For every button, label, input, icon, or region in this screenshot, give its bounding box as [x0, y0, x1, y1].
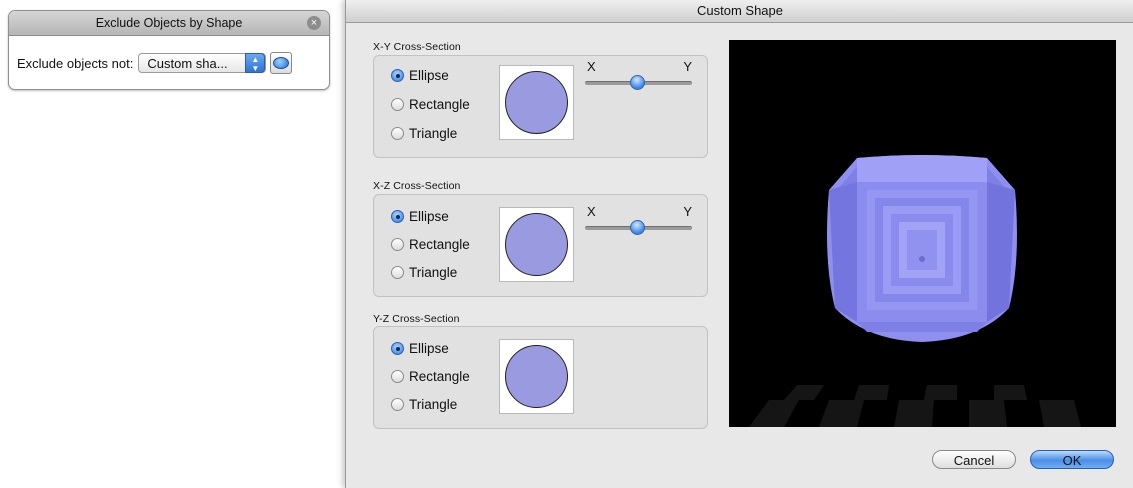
xz-rectangle-option[interactable]: Rectangle — [391, 237, 470, 252]
slider-x-label: X — [587, 204, 596, 219]
radio-icon[interactable] — [391, 238, 404, 251]
slider-y-label: Y — [683, 59, 692, 74]
radio-icon[interactable] — [391, 266, 404, 279]
xy-aspect-slider[interactable] — [585, 75, 692, 90]
yz-triangle-option[interactable]: Triangle — [391, 397, 457, 412]
floor-grid — [749, 385, 1081, 427]
xz-shape-preview — [499, 207, 574, 282]
yz-shape-preview — [499, 339, 574, 414]
panel-title-bar: Exclude Objects by Shape × — [9, 11, 329, 36]
exclude-label: Exclude objects not: — [17, 55, 134, 71]
radio-icon[interactable] — [391, 127, 404, 140]
xz-ellipse-option[interactable]: Ellipse — [391, 209, 449, 224]
slider-x-label: X — [587, 59, 596, 74]
xz-section: Ellipse Rectangle Triangle X Y — [373, 194, 708, 297]
ellipse-shape-icon — [273, 57, 290, 69]
slider-y-label: Y — [683, 204, 692, 219]
custom-shape-window: Custom Shape X-Y Cross-Section Ellipse R… — [345, 0, 1133, 488]
slider-knob[interactable] — [630, 220, 645, 235]
rounded-box-shape — [827, 155, 1017, 342]
xy-section-label: X-Y Cross-Section — [373, 41, 461, 53]
option-label: Rectangle — [409, 369, 470, 384]
exclude-objects-panel: Exclude Objects by Shape × Exclude objec… — [8, 10, 330, 90]
slider-knob[interactable] — [630, 75, 645, 90]
yz-section: Ellipse Rectangle Triangle — [373, 326, 708, 429]
radio-selected-icon[interactable] — [391, 210, 404, 223]
option-label: Triangle — [409, 397, 458, 412]
shape-popup-value: Custom sha... — [147, 56, 228, 71]
shape-popup[interactable]: Custom sha... ▲ ▼ — [138, 53, 267, 73]
xz-aspect-slider[interactable] — [585, 220, 692, 235]
ellipse-preview — [505, 213, 568, 276]
option-label: Rectangle — [409, 97, 470, 112]
xy-rectangle-option[interactable]: Rectangle — [391, 97, 470, 112]
3d-shape-view[interactable] — [729, 40, 1116, 427]
option-label: Rectangle — [409, 237, 470, 252]
option-label: Triangle — [409, 265, 458, 280]
yz-ellipse-option[interactable]: Ellipse — [391, 341, 449, 356]
xy-section: Ellipse Rectangle Triangle X Y — [373, 55, 708, 158]
option-label: Triangle — [409, 126, 458, 141]
xy-triangle-option[interactable]: Triangle — [391, 126, 457, 141]
yz-rectangle-option[interactable]: Rectangle — [391, 369, 470, 384]
radio-icon[interactable] — [391, 370, 404, 383]
radio-selected-icon[interactable] — [391, 69, 404, 82]
xy-shape-preview — [499, 65, 574, 140]
popup-arrows-icon: ▲ ▼ — [245, 53, 266, 73]
ellipse-preview — [505, 345, 568, 408]
xz-section-label: X-Z Cross-Section — [373, 180, 461, 192]
cancel-button[interactable]: Cancel — [932, 450, 1016, 469]
yz-section-label: Y-Z Cross-Section — [373, 313, 460, 325]
window-title: Custom Shape — [346, 0, 1133, 23]
close-icon[interactable]: × — [307, 16, 321, 30]
ellipse-preview — [505, 71, 568, 134]
option-label: Ellipse — [409, 68, 449, 83]
option-label: Ellipse — [409, 341, 449, 356]
radio-icon[interactable] — [391, 98, 404, 111]
option-label: Ellipse — [409, 209, 449, 224]
panel-title: Exclude Objects by Shape — [95, 16, 243, 30]
exclude-row: Exclude objects not: Custom sha... ▲ ▼ — [17, 52, 293, 74]
custom-shape-button[interactable] — [270, 52, 293, 74]
3d-render — [749, 155, 1081, 427]
xy-ellipse-option[interactable]: Ellipse — [391, 68, 449, 83]
radio-icon[interactable] — [391, 398, 404, 411]
xz-triangle-option[interactable]: Triangle — [391, 265, 457, 280]
ok-button[interactable]: OK — [1030, 450, 1114, 469]
radio-selected-icon[interactable] — [391, 342, 404, 355]
